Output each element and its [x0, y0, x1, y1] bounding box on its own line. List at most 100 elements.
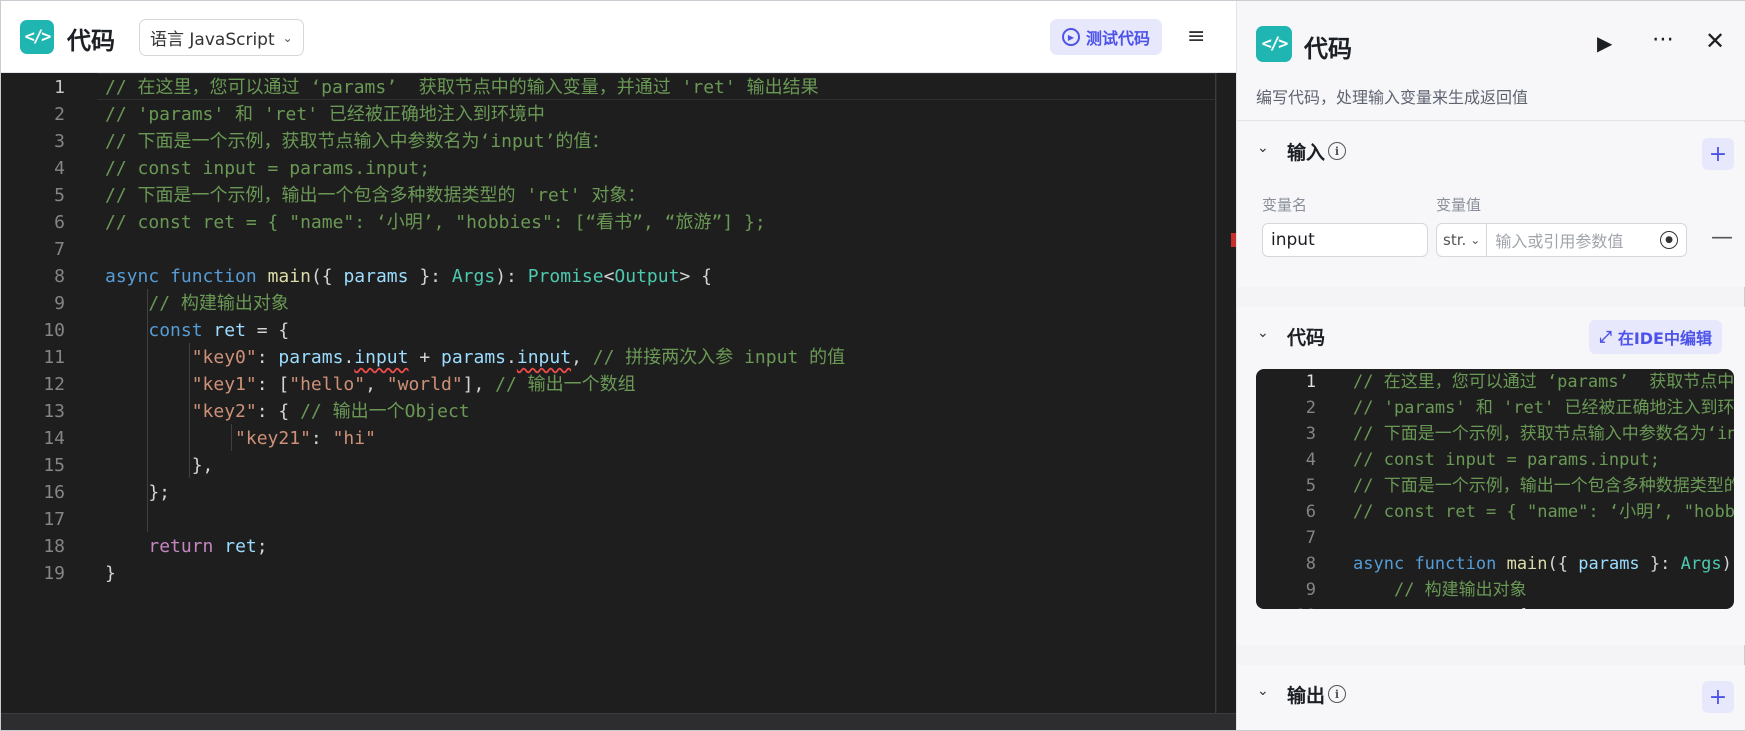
indent-guide	[231, 424, 232, 451]
info-icon[interactable]: i	[1328, 685, 1346, 703]
code-text: // 下面是一个示例，输出一个包含多种数据类型的 'ret' 对象：	[1353, 473, 1734, 499]
code-line[interactable]: 2 // 'params' 和 'ret' 已经被正确地注入到环境中	[1256, 395, 1734, 421]
code-line[interactable]: 9 // 构建输出对象	[1, 289, 1216, 319]
line-number: 8	[54, 266, 65, 287]
code-token: // 'params' 和 'ret' 已经被正确地注入到环境中	[105, 104, 545, 125]
line-number: 1	[1305, 372, 1316, 392]
output-section-header[interactable]: ⌄ 输出 i +	[1237, 665, 1745, 725]
variable-name-input[interactable]: input	[1262, 223, 1428, 257]
code-token: :	[256, 347, 279, 368]
variable-reference-icon[interactable]: ●	[1660, 231, 1678, 249]
play-icon[interactable]: ▶	[1597, 31, 1612, 55]
remove-input-button[interactable]: —	[1711, 225, 1733, 250]
edit-in-ide-button[interactable]: ⤢ 在IDE中编辑	[1589, 320, 1722, 354]
code-line[interactable]: 6 // const ret = { "name": ‘小明’, "hobbies…	[1, 208, 1216, 238]
code-token: .	[506, 347, 517, 368]
code-token: // 'params' 和 'ret' 已经被正确地注入到环境中	[1353, 398, 1734, 418]
variable-value-input[interactable]: 输入或引用参数值	[1487, 228, 1660, 252]
panel-description[interactable]: 编写代码，处理输入变量来生成返回值	[1256, 84, 1528, 108]
code-token: Promise	[527, 266, 604, 287]
input-section-header[interactable]: ⌄ 输入 i +	[1237, 122, 1745, 182]
code-line[interactable]: 12 "key1": ["hello", "world"], // 输出一个数组	[1, 370, 1216, 400]
code-token: "hi"	[332, 428, 376, 449]
line-number: 5	[54, 185, 65, 206]
code-line[interactable]: 5 // 下面是一个示例，输出一个包含多种数据类型的 'ret' 对象：	[1256, 473, 1734, 499]
chevron-down-icon[interactable]: ⌄	[1257, 683, 1269, 699]
code-line[interactable]: 1 // 在这里，您可以通过 ‘params’ 获取节点中的输入变量，并通过 'r…	[1, 73, 1216, 103]
chevron-down-icon[interactable]: ⌄	[1257, 325, 1269, 341]
code-line[interactable]: 8 async function main({ params }: Args): …	[1256, 551, 1734, 577]
code-line[interactable]: 3 // 下面是一个示例，获取节点输入中参数名为‘input’的值：	[1, 127, 1216, 157]
code-line[interactable]: 6 // const ret = { "name": ‘小明’, "hobbies…	[1256, 499, 1734, 525]
code-preview[interactable]: 1 // 在这里，您可以通过 ‘params’ 获取节点中的输入变量，并通过 'r…	[1256, 369, 1734, 609]
code-line[interactable]: 18 return ret;	[1, 532, 1216, 562]
play-circle-icon: ▶	[1062, 28, 1080, 46]
close-icon[interactable]: ✕	[1705, 27, 1725, 55]
code-line[interactable]: 4 // const input = params.input;	[1, 154, 1216, 184]
code-line[interactable]: 2 // 'params' 和 'ret' 已经被正确地注入到环境中	[1, 100, 1216, 130]
code-token: // const input = params.input;	[105, 158, 431, 179]
line-number: 15	[43, 455, 65, 476]
code-line[interactable]: 16 };	[1, 478, 1216, 508]
code-text-area[interactable]: 1 // 在这里，您可以通过 ‘params’ 获取节点中的输入变量，并通过 'r…	[1, 73, 1216, 713]
code-section-header[interactable]: ⌄ 代码 ⤢ 在IDE中编辑	[1237, 307, 1745, 367]
code-node-icon: </>	[1256, 26, 1292, 62]
overview-ruler	[1217, 73, 1236, 713]
code-text: // const ret = { "name": ‘小明’, "hobbies"…	[105, 208, 766, 238]
code-line[interactable]: 8 async function main({ params }: Args): …	[1, 262, 1216, 292]
editor-title: 代码	[67, 27, 115, 55]
code-line[interactable]: 10 const ret = {	[1, 316, 1216, 346]
info-icon[interactable]: i	[1328, 142, 1346, 160]
code-line[interactable]: 11 "key0": params.input + params.input, …	[1, 343, 1216, 373]
line-number: 11	[43, 347, 65, 368]
horizontal-scrollbar[interactable]	[1, 713, 1236, 730]
code-text: // 下面是一个示例，获取节点输入中参数名为‘input’的值：	[1353, 421, 1734, 447]
code-token: async	[1353, 554, 1405, 574]
code-line[interactable]: 17	[1, 505, 1216, 535]
line-number: 3	[54, 131, 65, 152]
code-line[interactable]: 1 // 在这里，您可以通过 ‘params’ 获取节点中的输入变量，并通过 'r…	[1256, 369, 1734, 395]
type-select[interactable]: str. ⌄	[1437, 224, 1488, 256]
code-token: "key21"	[235, 428, 311, 449]
code-line[interactable]: 3 // 下面是一个示例，获取节点输入中参数名为‘input’的值：	[1256, 421, 1734, 447]
panel-title[interactable]: 代码	[1304, 29, 1352, 64]
code-token: ;	[256, 536, 268, 557]
line-number: 4	[1305, 450, 1316, 470]
code-line[interactable]: 10 const ret = {	[1256, 603, 1734, 609]
code-token: main	[1506, 554, 1548, 574]
code-line[interactable]: 15 },	[1, 451, 1216, 481]
code-line[interactable]: 9 // 构建输出对象	[1256, 577, 1734, 603]
code-token: };	[105, 482, 171, 503]
code-token: "hello"	[289, 374, 366, 395]
code-token: // 下面是一个示例，输出一个包含多种数据类型的 'ret' 对象：	[1353, 476, 1734, 496]
code-token: // const ret = { "name": ‘小明’, "hobbies"…	[1353, 502, 1734, 522]
code-token: Output	[614, 266, 680, 287]
code-line[interactable]: 5 // 下面是一个示例，输出一个包含多种数据类型的 'ret' 对象：	[1, 181, 1216, 211]
code-line[interactable]: 4 // const input = params.input;	[1256, 447, 1734, 473]
code-line[interactable]: 14 "key21": "hi"	[1, 424, 1216, 454]
line-number: 7	[54, 239, 65, 260]
menu-collapse-icon[interactable]: ≡	[1187, 23, 1215, 51]
code-line[interactable]: 19}	[1, 559, 1216, 589]
test-code-button[interactable]: ▶ 测试代码	[1050, 19, 1163, 55]
code-line[interactable]: 13 "key2": { // 输出一个Object	[1, 397, 1216, 427]
code-token: "key1"	[191, 374, 257, 395]
chevron-down-icon[interactable]: ⌄	[1257, 140, 1269, 156]
code-token: : [	[256, 374, 290, 395]
code-text: "key0": params.input + params.input, // …	[105, 343, 845, 373]
more-icon[interactable]: ⋯	[1652, 27, 1675, 52]
code-token: ],	[462, 374, 496, 395]
code-line[interactable]: 7	[1, 235, 1216, 265]
add-input-button[interactable]: +	[1702, 138, 1734, 170]
code-line[interactable]: 7	[1256, 525, 1734, 551]
code-token: > {	[679, 266, 712, 287]
language-select[interactable]: 语言 JavaScript ⌄	[139, 19, 304, 56]
add-output-button[interactable]: +	[1702, 681, 1734, 713]
panel-header: </> 代码 ▶ ⋯ ✕ 编写代码，处理输入变量来生成返回值	[1237, 1, 1745, 121]
